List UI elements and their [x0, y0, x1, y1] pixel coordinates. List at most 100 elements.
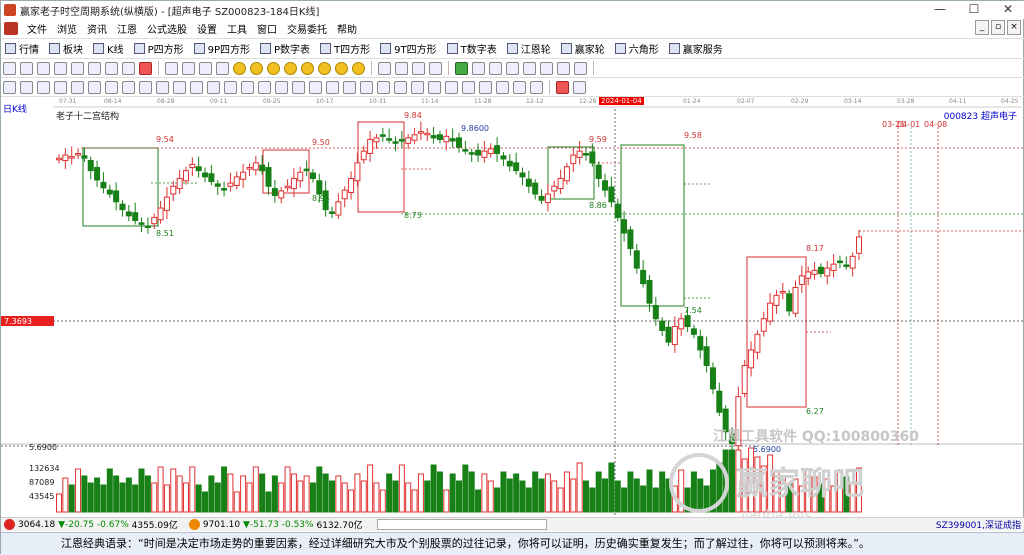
tool-button-icon[interactable]	[284, 61, 297, 75]
menu-file[interactable]: 文件	[22, 21, 52, 36]
tool-button-icon[interactable]	[71, 80, 84, 94]
tool-button-icon[interactable]	[496, 80, 509, 94]
menu-info[interactable]: 资讯	[82, 21, 112, 36]
tool-button-icon[interactable]	[360, 80, 373, 94]
tool-button-icon[interactable]	[429, 61, 442, 75]
tool-button-icon[interactable]	[318, 61, 331, 75]
tool-button-icon[interactable]	[540, 61, 553, 75]
tool-button-icon[interactable]	[105, 61, 118, 75]
tool-button-icon[interactable]	[3, 80, 16, 94]
tool-button-icon[interactable]	[224, 80, 237, 94]
tool-button-icon[interactable]	[122, 80, 135, 94]
toolbar-button-10[interactable]: 江恩轮	[503, 41, 551, 56]
tool-button-icon[interactable]	[445, 80, 458, 94]
tool-button-icon[interactable]	[523, 61, 536, 75]
tool-button-icon[interactable]	[352, 61, 365, 75]
tool-button-icon[interactable]	[326, 80, 339, 94]
tool-button-icon[interactable]	[292, 80, 305, 94]
tool-button-icon[interactable]	[489, 61, 502, 75]
tool-button-icon[interactable]	[377, 80, 390, 94]
tool-button-icon[interactable]	[207, 80, 220, 94]
tool-button-icon[interactable]	[122, 61, 135, 75]
tool-button-icon[interactable]	[506, 61, 519, 75]
toolbar-button-13[interactable]: 赢家服务	[665, 41, 723, 56]
tool-button-icon[interactable]	[394, 80, 407, 94]
toolbar-button-7[interactable]: T四方形	[316, 41, 370, 56]
tool-button-icon[interactable]	[395, 61, 408, 75]
tool-button-icon[interactable]	[378, 61, 391, 75]
tool-button-icon[interactable]	[513, 80, 526, 94]
ticker-box[interactable]	[376, 519, 547, 530]
menu-gann[interactable]: 江恩	[112, 21, 142, 36]
tool-button-icon[interactable]	[105, 80, 118, 94]
kline-chart[interactable]: 9.54 8.51 9.50 8.94 9.84 8.73 9.8600 9.59 8.86 9.…	[1, 97, 1024, 517]
menu-settings[interactable]: 设置	[192, 21, 222, 36]
tool-button-icon[interactable]	[37, 61, 50, 75]
menu-tools[interactable]: 工具	[222, 21, 252, 36]
tool-button-icon[interactable]	[139, 61, 152, 75]
tool-button-icon[interactable]	[462, 80, 475, 94]
tool-button-icon[interactable]	[199, 61, 212, 75]
tool-button-icon[interactable]	[275, 80, 288, 94]
tool-button-icon[interactable]	[54, 80, 67, 94]
tool-button-icon[interactable]	[37, 80, 50, 94]
tool-button-icon[interactable]	[335, 61, 348, 75]
toolbar-button-5[interactable]: 9P四方形	[190, 41, 250, 56]
tool-button-icon[interactable]	[139, 80, 152, 94]
close-button[interactable]: ✕	[991, 1, 1024, 19]
sh-index[interactable]: 3064.18 ▼-20.75 -0.67% 4355.09亿	[1, 518, 178, 531]
toolbar-button-8[interactable]: 9T四方形	[376, 41, 437, 56]
mdi-minimize-button[interactable]: _	[975, 20, 989, 35]
tool-button-icon[interactable]	[455, 61, 468, 75]
toolbar-button-9[interactable]: T数字表	[443, 41, 497, 56]
tool-button-icon[interactable]	[216, 61, 229, 75]
tool-button-icon[interactable]	[267, 61, 280, 75]
tool-button-icon[interactable]	[71, 61, 84, 75]
tool-button-icon[interactable]	[190, 80, 203, 94]
period-label[interactable]: 日K线	[3, 102, 27, 115]
tool-button-icon[interactable]	[574, 61, 587, 75]
tool-button-icon[interactable]	[20, 80, 33, 94]
toolbar-button-11[interactable]: 赢家轮	[557, 41, 605, 56]
toolbar-button-12[interactable]: 六角形	[611, 41, 659, 56]
mdi-close-button[interactable]: ×	[1007, 20, 1021, 35]
tool-button-icon[interactable]	[472, 61, 485, 75]
tool-button-icon[interactable]	[343, 80, 356, 94]
index-selector[interactable]: SZ399001,深证成指	[936, 518, 1021, 531]
toolbar-button-3[interactable]: K线	[89, 41, 124, 56]
tool-button-icon[interactable]	[301, 61, 314, 75]
minimize-button[interactable]: —	[923, 1, 957, 19]
toolbar-button-2[interactable]: 板块	[45, 41, 83, 56]
toolbar-button-1[interactable]: 行情	[1, 41, 39, 56]
tool-button-icon[interactable]	[233, 61, 246, 75]
tool-button-icon[interactable]	[165, 61, 178, 75]
tool-button-icon[interactable]	[530, 80, 543, 94]
tool-button-icon[interactable]	[258, 80, 271, 94]
menu-help[interactable]: 帮助	[332, 21, 362, 36]
tool-button-icon[interactable]	[309, 80, 322, 94]
tool-button-icon[interactable]	[479, 80, 492, 94]
toolbar-button-4[interactable]: P四方形	[130, 41, 184, 56]
sz-index[interactable]: 9701.10 ▼-51.73 -0.53% 6132.70亿	[186, 518, 363, 531]
tool-button-icon[interactable]	[88, 61, 101, 75]
tool-button-icon[interactable]	[88, 80, 101, 94]
tool-button-icon[interactable]	[54, 61, 67, 75]
tool-button-icon[interactable]	[241, 80, 254, 94]
toolbar-button-6[interactable]: P数字表	[256, 41, 310, 56]
tool-button-icon[interactable]	[556, 80, 569, 94]
tool-button-icon[interactable]	[573, 80, 586, 94]
menu-browse[interactable]: 浏览	[52, 21, 82, 36]
menu-trading[interactable]: 交易委托	[282, 21, 332, 36]
tool-button-icon[interactable]	[250, 61, 263, 75]
tool-button-icon[interactable]	[411, 80, 424, 94]
tool-button-icon[interactable]	[182, 61, 195, 75]
tool-button-icon[interactable]	[20, 61, 33, 75]
menu-window[interactable]: 窗口	[252, 21, 282, 36]
tool-button-icon[interactable]	[3, 61, 16, 75]
tool-button-icon[interactable]	[428, 80, 441, 94]
tool-button-icon[interactable]	[557, 61, 570, 75]
tool-button-icon[interactable]	[156, 80, 169, 94]
tool-button-icon[interactable]	[412, 61, 425, 75]
tool-button-icon[interactable]	[173, 80, 186, 94]
menu-formula-screener[interactable]: 公式选股	[142, 21, 192, 36]
